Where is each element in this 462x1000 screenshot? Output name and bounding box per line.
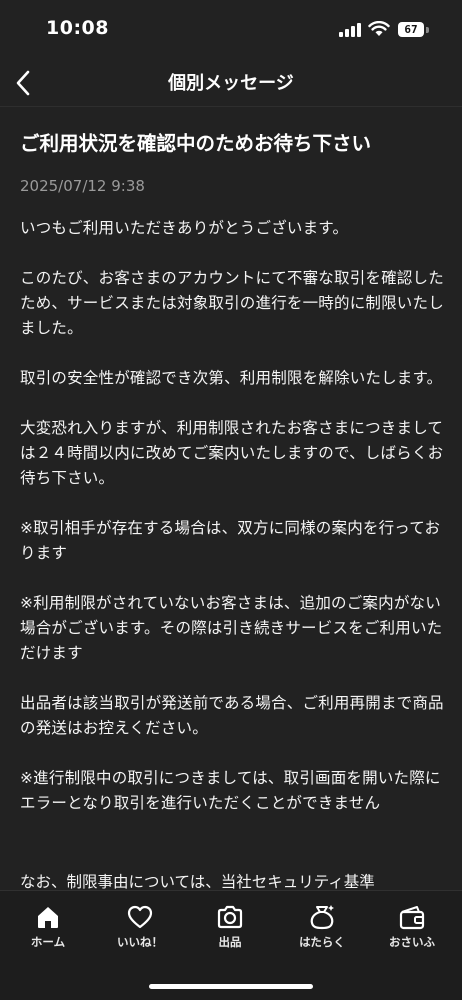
camera-icon bbox=[217, 905, 243, 929]
message-title: ご利用状況を確認中のためお待ち下さい bbox=[20, 132, 372, 155]
status-time: 10:08 bbox=[46, 17, 109, 39]
message-paragraph: 取引の安全性が確認でき次第、利用制限を解除いたします。 bbox=[20, 369, 443, 387]
message-paragraph: 出品者は該当取引が発送前である場合、ご利用再開まで商品の発送はお控えください。 bbox=[20, 694, 444, 737]
message-paragraph: ※利用制限がされていないお客さまは、追加のご案内がない場合がございます。その際は… bbox=[20, 594, 443, 662]
tab-label: はたらく bbox=[299, 935, 345, 949]
heart-icon bbox=[127, 905, 153, 929]
bag-icon bbox=[310, 905, 334, 930]
message-paragraph: このたび、お客さまのアカウントにて不審な取引を確認したため、サービスまたは対象取… bbox=[20, 269, 444, 337]
tab-likes[interactable]: いいね！ bbox=[100, 903, 180, 958]
message-date: 2025/07/12 9:38 bbox=[20, 177, 145, 195]
home-icon bbox=[38, 907, 58, 928]
message-paragraph: 大変恐れ入りますが、利用制限されたお客さまにつきましては２４時間以内に改めてご案… bbox=[20, 419, 444, 487]
tab-label: 出品 bbox=[218, 935, 242, 949]
tab-label: いいね！ bbox=[117, 935, 163, 949]
tab-label: ホーム bbox=[30, 935, 66, 949]
message-paragraph: いつもご利用いただきありがとうございます。 bbox=[20, 219, 349, 237]
battery-tip bbox=[426, 27, 429, 33]
status-bar: 10:08 67 bbox=[0, 0, 462, 60]
tab-sell[interactable]: 出品 bbox=[190, 903, 270, 958]
battery-icon: 67 bbox=[398, 22, 424, 37]
tab-label: おさいふ bbox=[389, 935, 435, 949]
wallet-icon bbox=[399, 906, 425, 930]
message-paragraph: ※取引相手が存在する場合は、双方に同様の案内を行っております bbox=[20, 519, 441, 562]
tab-home[interactable]: ホーム bbox=[8, 903, 88, 958]
tab-wallet[interactable]: おさいふ bbox=[372, 903, 452, 958]
home-indicator bbox=[149, 984, 313, 989]
nav-header: 個別メッセージ bbox=[0, 58, 462, 107]
tab-work[interactable]: はたらく bbox=[282, 903, 362, 958]
message-body: いつもご利用いただきありがとうございます。 このたび、お客さまのアカウントにて不… bbox=[20, 216, 444, 841]
cellular-signal-icon bbox=[339, 23, 361, 37]
wifi-icon bbox=[368, 21, 390, 36]
message-paragraph: ※進行制限中の取引につきましては、取引画面を開いた際にエラーとなり取引を進行いた… bbox=[20, 769, 441, 812]
page-title: 個別メッセージ bbox=[168, 73, 294, 94]
